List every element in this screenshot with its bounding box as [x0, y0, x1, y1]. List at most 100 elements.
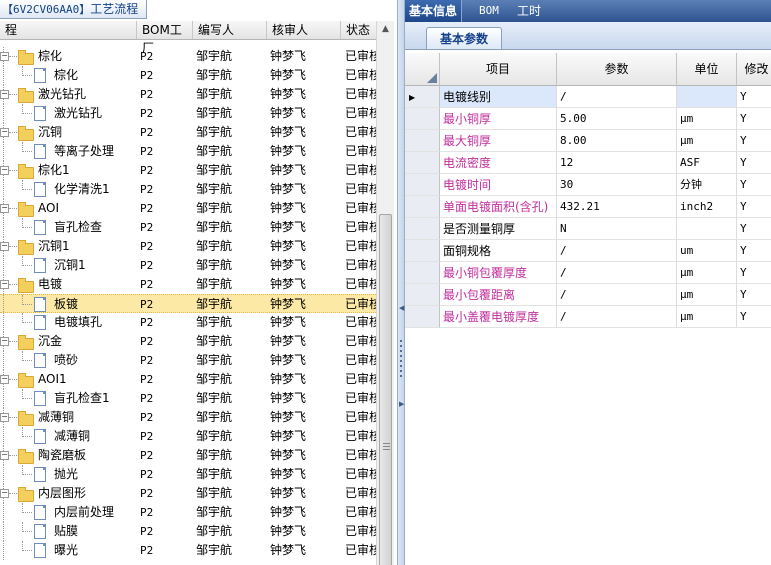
tree-item-row[interactable]: 电镀填孔 P2 邹宇航 钟梦飞 已审核	[0, 313, 376, 332]
param-row[interactable]: 最小包覆距离 / μm Y	[405, 284, 771, 306]
tree-folder-row[interactable]: − AOI P2 邹宇航 钟梦飞 已审核	[0, 199, 376, 218]
tree-vertical-scrollbar[interactable]: ▲	[376, 21, 394, 565]
param-value-cell[interactable]: /	[557, 262, 677, 284]
param-row[interactable]: 面铜规格 / um Y	[405, 240, 771, 262]
row-indicator[interactable]	[405, 306, 440, 328]
tree-folder-row[interactable]: − 棕化1 P2 邹宇航 钟梦飞 已审核	[0, 161, 376, 180]
collapse-right-icon[interactable]: ▶	[399, 400, 404, 408]
param-row[interactable]: 最小盖覆电镀厚度 / μm Y	[405, 306, 771, 328]
param-unit-cell[interactable]: 分钟	[677, 174, 737, 196]
tree-folder-row[interactable]: − 沉铜1 P2 邹宇航 钟梦飞 已审核	[0, 237, 376, 256]
row-indicator[interactable]	[405, 240, 440, 262]
tree-folder-row[interactable]: − 棕化 P2 邹宇航 钟梦飞 已审核	[0, 47, 376, 66]
param-row[interactable]: 是否测量铜厚 N Y	[405, 218, 771, 240]
tree-folder-row[interactable]: − AOI1 P2 邹宇航 钟梦飞 已审核	[0, 370, 376, 389]
param-modify-cell[interactable]: Y	[737, 152, 771, 174]
tree-item-row[interactable]: 盲孔检查 P2 邹宇航 钟梦飞 已审核	[0, 218, 376, 237]
tree-item-row[interactable]: 化学清洗1 P2 邹宇航 钟梦飞 已审核	[0, 180, 376, 199]
param-row[interactable]: 单面电镀面积(含孔) 432.21 inch2 Y	[405, 196, 771, 218]
tree-item-row[interactable]: 等离子处理 P2 邹宇航 钟梦飞 已审核	[0, 142, 376, 161]
tree-item-row[interactable]: 曝光 P2 邹宇航 钟梦飞 已审核	[0, 541, 376, 560]
param-unit-cell[interactable]: μm	[677, 130, 737, 152]
tree-item-row[interactable]: 盲孔检查1 P2 邹宇航 钟梦飞 已审核	[0, 389, 376, 408]
tab-basic-params[interactable]: 基本参数	[426, 27, 502, 49]
collapse-toggle-icon[interactable]: −	[0, 204, 9, 213]
tree-item-row[interactable]: 激光钻孔 P2 邹宇航 钟梦飞 已审核	[0, 104, 376, 123]
tree-item-row[interactable]: 棕化 P2 邹宇航 钟梦飞 已审核	[0, 66, 376, 85]
tree-folder-row[interactable]: − 内层图形 P2 邹宇航 钟梦飞 已审核	[0, 484, 376, 503]
tree-item-row[interactable]: 减薄铜 P2 邹宇航 钟梦飞 已审核	[0, 427, 376, 446]
tab-bom[interactable]: BOM	[479, 0, 499, 22]
tree-folder-row[interactable]: − 陶瓷磨板 P2 邹宇航 钟梦飞 已审核	[0, 446, 376, 465]
param-value-cell[interactable]: /	[557, 284, 677, 306]
tree-folder-row[interactable]: − 沉金 P2 邹宇航 钟梦飞 已审核	[0, 332, 376, 351]
grid-header-modify[interactable]: 修改	[737, 53, 771, 86]
param-unit-cell[interactable]: ASF	[677, 152, 737, 174]
collapse-toggle-icon[interactable]: −	[0, 242, 9, 251]
row-indicator[interactable]	[405, 152, 440, 174]
tab-basic-info[interactable]: 基本信息	[405, 0, 463, 22]
collapse-toggle-icon[interactable]: −	[0, 375, 9, 384]
grid-header-param[interactable]: 参数	[557, 53, 677, 86]
collapse-toggle-icon[interactable]: −	[0, 280, 9, 289]
collapse-toggle-icon[interactable]: −	[0, 166, 9, 175]
collapse-toggle-icon[interactable]: −	[0, 128, 9, 137]
collapse-toggle-icon[interactable]: −	[0, 451, 9, 460]
tree-item-row[interactable]: 喷砂 P2 邹宇航 钟梦飞 已审核	[0, 351, 376, 370]
param-row[interactable]: 最小铜包覆厚度 / μm Y	[405, 262, 771, 284]
collapse-toggle-icon[interactable]: −	[0, 413, 9, 422]
tree-folder-row[interactable]: − 沉铜 P2 邹宇航 钟梦飞 已审核	[0, 123, 376, 142]
param-value-cell[interactable]: 12	[557, 152, 677, 174]
param-modify-cell[interactable]: Y	[737, 240, 771, 262]
param-modify-cell[interactable]: Y	[737, 108, 771, 130]
param-modify-cell[interactable]: Y	[737, 306, 771, 328]
row-indicator[interactable]	[405, 218, 440, 240]
param-modify-cell[interactable]: Y	[737, 86, 771, 108]
row-indicator[interactable]	[405, 196, 440, 218]
collapse-toggle-icon[interactable]: −	[0, 90, 9, 99]
collapse-toggle-icon[interactable]: −	[0, 489, 9, 498]
param-unit-cell[interactable]: μm	[677, 284, 737, 306]
param-value-cell[interactable]: /	[557, 306, 677, 328]
param-value-cell[interactable]: /	[557, 86, 677, 108]
param-value-cell[interactable]: 5.00	[557, 108, 677, 130]
param-modify-cell[interactable]: Y	[737, 262, 771, 284]
param-unit-cell[interactable]: inch2	[677, 196, 737, 218]
row-indicator[interactable]	[405, 108, 440, 130]
row-indicator[interactable]	[405, 262, 440, 284]
tree-folder-row[interactable]: − 激光钻孔 P2 邹宇航 钟梦飞 已审核	[0, 85, 376, 104]
param-row[interactable]: 电流密度 12 ASF Y	[405, 152, 771, 174]
param-modify-cell[interactable]: Y	[737, 174, 771, 196]
param-value-cell[interactable]: 30	[557, 174, 677, 196]
collapse-toggle-icon[interactable]: −	[0, 52, 9, 61]
row-indicator[interactable]	[405, 284, 440, 306]
tree-folder-row[interactable]: − 减薄铜 P2 邹宇航 钟梦飞 已审核	[0, 408, 376, 427]
param-modify-cell[interactable]: Y	[737, 218, 771, 240]
param-unit-cell[interactable]	[677, 218, 737, 240]
param-unit-cell[interactable]: um	[677, 240, 737, 262]
grid-header-unit[interactable]: 单位	[677, 53, 737, 86]
tree-item-row[interactable]: 内层前处理 P2 邹宇航 钟梦飞 已审核	[0, 503, 376, 522]
param-value-cell[interactable]: N	[557, 218, 677, 240]
param-modify-cell[interactable]: Y	[737, 130, 771, 152]
param-modify-cell[interactable]: Y	[737, 196, 771, 218]
param-value-cell[interactable]: 8.00	[557, 130, 677, 152]
scroll-thumb[interactable]	[379, 214, 392, 565]
param-unit-cell[interactable]	[677, 86, 737, 108]
param-modify-cell[interactable]: Y	[737, 284, 771, 306]
param-value-cell[interactable]: 432.21	[557, 196, 677, 218]
tree-folder-row[interactable]: − 电镀 P2 邹宇航 钟梦飞 已审核	[0, 275, 376, 294]
row-indicator[interactable]	[405, 174, 440, 196]
tree-item-row[interactable]: 沉铜1 P2 邹宇航 钟梦飞 已审核	[0, 256, 376, 275]
param-row[interactable]: 电镀时间 30 分钟 Y	[405, 174, 771, 196]
tree-item-row[interactable]: 贴膜 P2 邹宇航 钟梦飞 已审核	[0, 522, 376, 541]
panel-splitter[interactable]: ◀ ▶	[397, 0, 405, 565]
param-row[interactable]: 最大铜厚 8.00 μm Y	[405, 130, 771, 152]
param-unit-cell[interactable]: μm	[677, 108, 737, 130]
collapse-toggle-icon[interactable]: −	[0, 337, 9, 346]
tree-item-row[interactable]: 抛光 P2 邹宇航 钟梦飞 已审核	[0, 465, 376, 484]
tree-item-row[interactable]: 板镀 P2 邹宇航 钟梦飞 已审核	[0, 294, 376, 314]
scroll-up-arrow-icon[interactable]: ▲	[377, 21, 394, 37]
row-indicator[interactable]: ▶	[405, 86, 440, 108]
row-indicator[interactable]	[405, 130, 440, 152]
